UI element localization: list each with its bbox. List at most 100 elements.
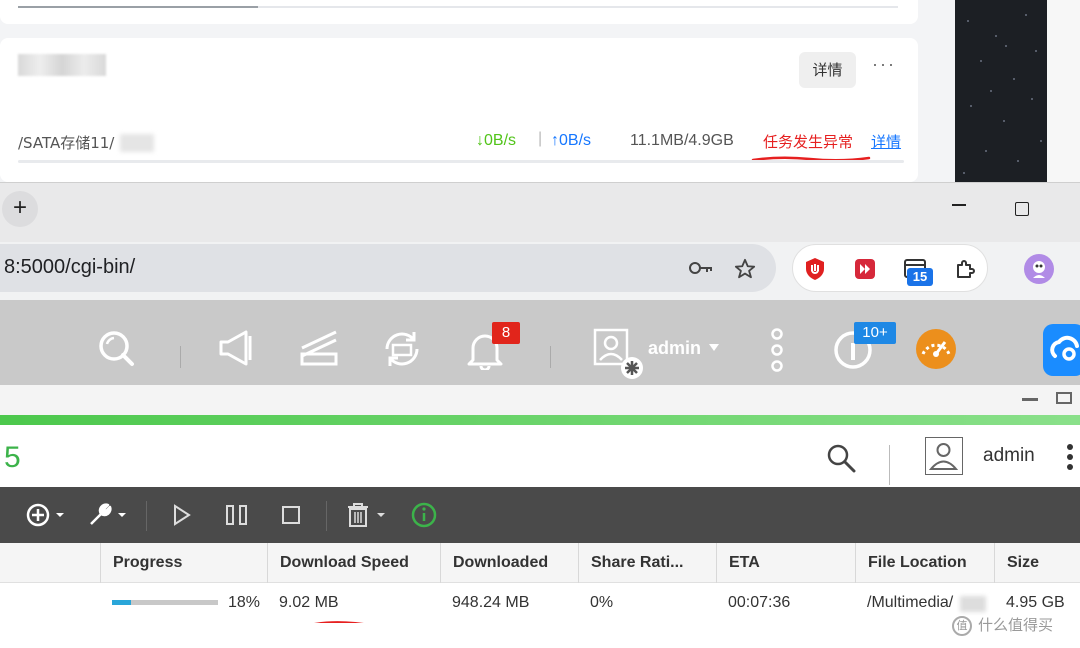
cell-size: 4.95 GB <box>1006 594 1065 611</box>
background-star <box>1031 98 1033 100</box>
grid-empty-area <box>0 623 1080 648</box>
app-window-titlebar <box>0 385 1080 415</box>
task-save-path: /SATA存储11/ <box>18 134 115 152</box>
wrench-settings-icon[interactable] <box>88 502 130 528</box>
more-vertical-icon[interactable] <box>1065 443 1075 471</box>
password-key-icon[interactable] <box>688 258 714 278</box>
user-avatar[interactable] <box>925 437 963 475</box>
background-star <box>1005 45 1007 47</box>
task-download-speed: ↓0B/s <box>476 132 517 149</box>
window-maximize-icon[interactable] <box>1015 202 1029 216</box>
app-user-name[interactable]: admin <box>983 445 1035 467</box>
previous-task-card <box>0 0 918 24</box>
task-error-detail-link[interactable]: 详情 <box>871 131 901 152</box>
app-minimize-icon[interactable] <box>1022 398 1038 401</box>
cell-downloaded: 948.24 MB <box>452 594 530 611</box>
job-list-icon[interactable] <box>298 328 340 368</box>
background-star <box>990 90 992 92</box>
watermark-text: 什么值得买 <box>978 616 1054 634</box>
table-row[interactable]: 18% 9.02 MB 948.24 MB 0% 00:07:36 /Multi… <box>0 583 1080 628</box>
search-icon[interactable] <box>96 328 136 368</box>
add-task-icon[interactable] <box>26 502 68 528</box>
blurred-task-name <box>18 54 106 76</box>
start-play-icon[interactable] <box>172 502 192 528</box>
background-star <box>985 150 987 152</box>
dark-background-panel <box>955 0 1047 182</box>
task-list-area: 详情 ··· /SATA存储11/ ↓0B/s | ↑0B/s 11.1MB/4… <box>0 0 955 182</box>
app-restore-icon[interactable] <box>1056 392 1072 404</box>
task-card[interactable]: 详情 ··· /SATA存储11/ ↓0B/s | ↑0B/s 11.1MB/4… <box>0 38 918 182</box>
cell-eta: 00:07:36 <box>728 594 791 611</box>
update-count-badge: 10+ <box>854 322 896 344</box>
new-tab-button[interactable]: + <box>2 191 38 227</box>
column-header-downloaded[interactable]: Downloaded <box>440 543 579 583</box>
stop-icon[interactable] <box>281 502 303 528</box>
background-star <box>1013 78 1015 80</box>
pause-icon[interactable] <box>225 502 249 528</box>
task-error-status: 任务发生异常 <box>763 133 854 151</box>
more-vertical-icon[interactable] <box>770 328 784 376</box>
profile-avatar-icon <box>1033 261 1045 278</box>
background-star <box>1035 50 1037 52</box>
window-minimize-icon[interactable] <box>952 195 968 211</box>
bookmark-star-icon[interactable] <box>734 258 756 280</box>
browser-tab-strip: + <box>0 182 1080 242</box>
user-settings-icon[interactable] <box>592 328 646 382</box>
column-header-size[interactable]: Size <box>994 543 1080 583</box>
background-star <box>980 60 982 62</box>
resource-monitor-gauge-icon[interactable] <box>915 328 957 370</box>
column-header-eta[interactable]: ETA <box>716 543 856 583</box>
blurred-path-segment <box>120 134 154 152</box>
column-header-file-location[interactable]: File Location <box>855 543 995 583</box>
previous-task-progress-fill <box>18 6 258 8</box>
blurred-location-segment <box>960 596 986 612</box>
background-star <box>1017 160 1019 162</box>
extension-count-badge: 15 <box>907 268 933 286</box>
extensions-puzzle-icon[interactable] <box>953 257 977 281</box>
sync-backup-icon[interactable] <box>381 328 423 370</box>
background-star <box>963 172 965 174</box>
address-bar[interactable]: 8:5000/cgi-bin/ <box>0 244 776 292</box>
task-grid-header: Progress Download Speed Downloaded Share… <box>0 543 1080 583</box>
url-text[interactable]: 8:5000/cgi-bin/ <box>4 256 135 279</box>
user-menu-caret-icon[interactable] <box>709 344 719 351</box>
column-header-share-ratio[interactable]: Share Rati... <box>578 543 717 583</box>
app-accent-bar <box>0 415 1080 425</box>
right-edge-strip <box>1047 0 1080 182</box>
notification-count-badge: 8 <box>492 322 520 344</box>
background-star <box>967 20 969 22</box>
more-options-icon[interactable]: ··· <box>872 54 896 75</box>
task-progress-track <box>18 160 904 163</box>
background-star <box>995 35 997 37</box>
toolbar-separator <box>180 346 181 368</box>
action-separator <box>326 501 327 531</box>
header-separator <box>889 445 890 485</box>
search-icon[interactable] <box>826 443 856 473</box>
toolbar-separator <box>550 346 551 368</box>
video-speed-icon[interactable] <box>853 257 877 281</box>
task-progress-bar <box>112 600 218 605</box>
cell-share-ratio: 0% <box>590 594 614 611</box>
cell-file-location: /Multimedia/ <box>867 594 954 611</box>
info-icon[interactable] <box>411 502 437 528</box>
action-separator <box>146 501 147 531</box>
column-header-download-speed[interactable]: Download Speed <box>267 543 440 583</box>
background-star <box>1003 120 1005 122</box>
task-upload-speed: ↑0B/s <box>551 132 592 149</box>
task-detail-button[interactable]: 详情 <box>799 52 856 88</box>
cloud-app-icon[interactable] <box>1043 324 1080 376</box>
background-star <box>1040 140 1042 142</box>
nas-user-name[interactable]: admin <box>648 338 701 359</box>
cell-download-speed: 9.02 MB <box>279 594 339 611</box>
site-watermark: 值什么值得买 <box>952 614 1053 636</box>
profile-avatar[interactable] <box>1024 254 1054 284</box>
nas-top-toolbar <box>0 300 1080 385</box>
delete-trash-icon[interactable] <box>346 502 390 528</box>
app-header: 5 admin <box>0 425 1080 487</box>
extensions-group <box>792 244 988 292</box>
watermark-logo: 值 <box>952 615 972 636</box>
speaker-icon[interactable] <box>216 328 256 368</box>
ublock-shield-icon[interactable] <box>803 257 827 281</box>
column-header-progress[interactable]: Progress <box>100 543 268 583</box>
app-title-fragment: 5 <box>4 441 21 474</box>
